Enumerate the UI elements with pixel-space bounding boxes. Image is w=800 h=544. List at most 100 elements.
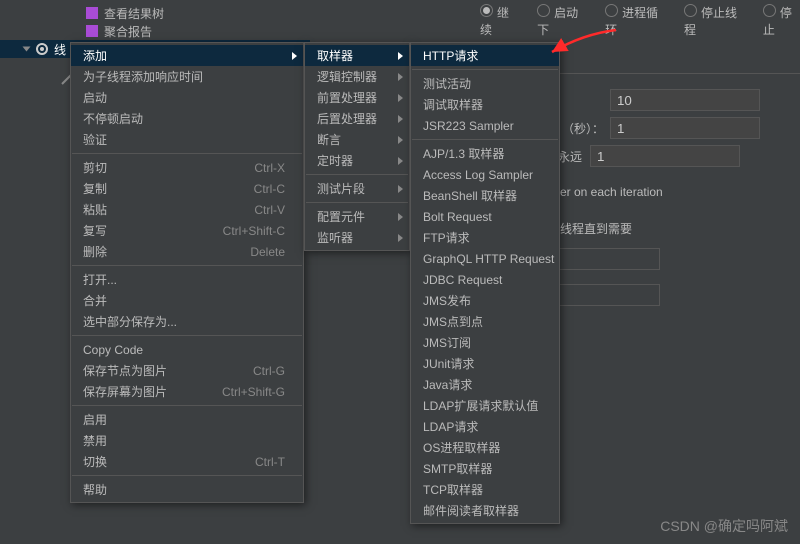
sampler-submenu-item[interactable]: LDAP请求 [411, 416, 559, 437]
sampler-submenu-item[interactable]: 邮件阅读者取样器 [411, 500, 559, 521]
add-submenu-item[interactable]: 后置处理器 [305, 108, 409, 129]
sampler-submenu-item[interactable]: JUnit请求 [411, 353, 559, 374]
context-menu-item[interactable]: 保存屏幕为图片Ctrl+Shift-G [71, 381, 303, 402]
radio-icon [537, 4, 550, 17]
sampler-submenu-item[interactable]: TCP取样器 [411, 479, 559, 500]
context-menu-item[interactable]: 粘贴Ctrl-V [71, 199, 303, 220]
add-submenu-item[interactable]: 监听器 [305, 227, 409, 248]
menu-shortcut: Ctrl+Shift-C [193, 224, 285, 238]
menu-item-label: 选中部分保存为... [83, 313, 177, 330]
context-menu-item[interactable]: 为子线程添加响应时间 [71, 66, 303, 87]
menu-separator [72, 153, 302, 154]
on-error-radios: 继续 启动下 进程循环 停止线程 停止 [480, 4, 800, 38]
add-submenu-item[interactable]: 配置元件 [305, 206, 409, 227]
sampler-submenu-item[interactable]: JMS发布 [411, 290, 559, 311]
add-submenu-item[interactable]: 前置处理器 [305, 87, 409, 108]
add-submenu-item[interactable]: 断言 [305, 129, 409, 150]
menu-separator [72, 335, 302, 336]
menu-item-label: 保存屏幕为图片 [83, 383, 167, 400]
loop-input[interactable] [590, 145, 740, 167]
tree-item-label: 查看结果树 [104, 5, 164, 22]
menu-item-label: 取样器 [317, 47, 353, 64]
tree-item-aggregate[interactable]: 聚合报告 [0, 22, 310, 40]
context-menu-item[interactable]: 添加 [71, 45, 303, 66]
sampler-submenu-item[interactable]: 测试活动 [411, 73, 559, 94]
menu-item-label: JMS点到点 [423, 313, 483, 330]
context-menu-item[interactable]: 验证 [71, 129, 303, 150]
tree-item-results[interactable]: 查看结果树 [0, 4, 310, 22]
sampler-submenu-item[interactable]: Java请求 [411, 374, 559, 395]
context-menu: 添加为子线程添加响应时间启动不停顿启动验证剪切Ctrl-X复制Ctrl-C粘贴C… [70, 42, 304, 503]
add-submenu-item[interactable]: 逻辑控制器 [305, 66, 409, 87]
radio-stop[interactable]: 停止 [763, 4, 800, 38]
context-menu-item[interactable]: 选中部分保存为... [71, 311, 303, 332]
rampup-input[interactable] [610, 117, 760, 139]
menu-separator [306, 174, 408, 175]
context-menu-item[interactable]: 复制Ctrl-C [71, 178, 303, 199]
sampler-submenu-item[interactable]: LDAP扩展请求默认值 [411, 395, 559, 416]
sampler-submenu-item[interactable]: OS进程取样器 [411, 437, 559, 458]
context-menu-item[interactable]: 启动 [71, 87, 303, 108]
menu-item-label: 前置处理器 [317, 89, 377, 106]
menu-item-label: 粘贴 [83, 201, 107, 218]
menu-item-label: 配置元件 [317, 208, 365, 225]
add-submenu-item[interactable]: 取样器 [305, 45, 409, 66]
menu-item-label: HTTP请求 [423, 47, 478, 64]
context-menu-item[interactable]: Copy Code [71, 339, 303, 360]
menu-item-label: FTP请求 [423, 229, 470, 246]
context-menu-item[interactable]: 不停顿启动 [71, 108, 303, 129]
tree-item-label: 聚合报告 [104, 23, 152, 40]
sampler-submenu-item[interactable]: HTTP请求 [411, 45, 559, 66]
context-menu-item[interactable]: 保存节点为图片Ctrl-G [71, 360, 303, 381]
sampler-submenu-item[interactable]: SMTP取样器 [411, 458, 559, 479]
context-menu-item[interactable]: 启用 [71, 409, 303, 430]
sampler-submenu-item[interactable]: JMS订阅 [411, 332, 559, 353]
sampler-submenu-item[interactable]: Access Log Sampler [411, 164, 559, 185]
threads-input[interactable] [610, 89, 760, 111]
sampler-submenu-item[interactable]: JSR223 Sampler [411, 115, 559, 136]
submenu-arrow-icon [398, 185, 403, 193]
menu-item-label: 禁用 [83, 432, 107, 449]
menu-item-label: GraphQL HTTP Request [423, 252, 554, 266]
menu-item-label: 打开... [83, 271, 117, 288]
menu-item-label: 邮件阅读者取样器 [423, 502, 519, 519]
add-submenu-item[interactable]: 测试片段 [305, 178, 409, 199]
context-menu-item[interactable]: 帮助 [71, 479, 303, 500]
context-menu-item[interactable]: 打开... [71, 269, 303, 290]
menu-item-label: 监听器 [317, 229, 353, 246]
menu-item-label: 合并 [83, 292, 107, 309]
menu-item-label: 测试活动 [423, 75, 471, 92]
submenu-arrow-icon [398, 213, 403, 221]
radio-continue[interactable]: 继续 [480, 4, 517, 38]
context-menu-item[interactable]: 剪切Ctrl-X [71, 157, 303, 178]
tree-results-icon [85, 6, 99, 20]
context-menu-item[interactable]: 合并 [71, 290, 303, 311]
sampler-submenu-item[interactable]: AJP/1.3 取样器 [411, 143, 559, 164]
context-menu-item[interactable]: 删除Delete [71, 241, 303, 262]
submenu-arrow-icon [398, 136, 403, 144]
sampler-submenu-item[interactable]: JDBC Request [411, 269, 559, 290]
menu-item-label: OS进程取样器 [423, 439, 500, 456]
sampler-submenu-item[interactable]: 调试取样器 [411, 94, 559, 115]
add-submenu-item[interactable]: 定时器 [305, 150, 409, 171]
menu-item-label: Copy Code [83, 343, 143, 357]
menu-separator [412, 139, 558, 140]
sampler-submenu-item[interactable]: Bolt Request [411, 206, 559, 227]
sampler-submenu-item[interactable]: GraphQL HTTP Request [411, 248, 559, 269]
context-menu-item[interactable]: 复写Ctrl+Shift-C [71, 220, 303, 241]
gear-icon [35, 42, 49, 56]
sampler-submenu-item[interactable]: FTP请求 [411, 227, 559, 248]
menu-item-label: 帮助 [83, 481, 107, 498]
menu-item-label: JSR223 Sampler [423, 119, 514, 133]
menu-shortcut: Ctrl-G [223, 364, 285, 378]
menu-item-label: BeanShell 取样器 [423, 187, 517, 204]
radio-loop[interactable]: 进程循环 [605, 4, 664, 38]
menu-item-label: 复制 [83, 180, 107, 197]
context-menu-item[interactable]: 禁用 [71, 430, 303, 451]
menu-item-label: Java请求 [423, 376, 472, 393]
context-menu-item[interactable]: 切换Ctrl-T [71, 451, 303, 472]
sampler-submenu-item[interactable]: JMS点到点 [411, 311, 559, 332]
radio-start-next[interactable]: 启动下 [537, 4, 585, 38]
sampler-submenu-item[interactable]: BeanShell 取样器 [411, 185, 559, 206]
radio-stop-thread[interactable]: 停止线程 [684, 4, 743, 38]
